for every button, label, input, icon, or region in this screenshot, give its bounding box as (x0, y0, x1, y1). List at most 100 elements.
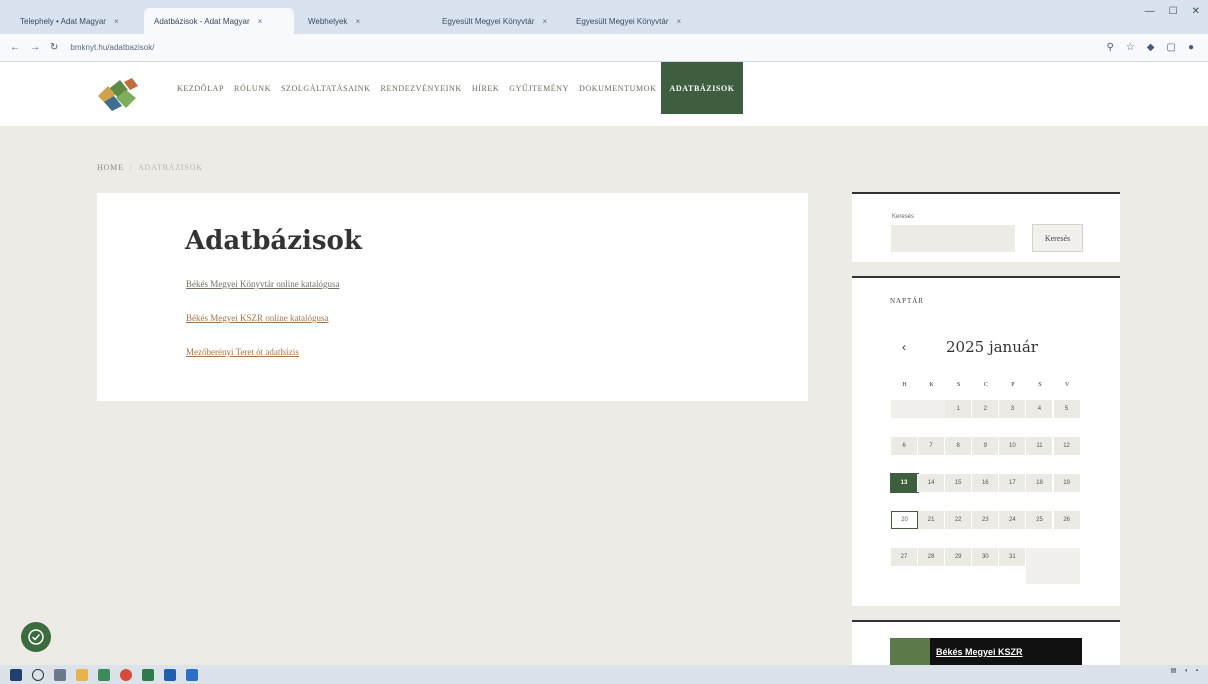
calendar-day[interactable]: 4 (1026, 400, 1054, 418)
browser-tab[interactable]: Egyesült Megyei Könyvtár × (432, 8, 562, 34)
calendar-week-row: 27 28 29 30 31 (891, 548, 1081, 585)
database-link-mezobereny[interactable]: Mezőberényi Teret ót adatbázis (186, 347, 299, 357)
calendar-day[interactable]: 19 (1053, 474, 1081, 492)
library-logo-icon[interactable] (94, 78, 140, 112)
calendar-day[interactable]: 13 (890, 473, 919, 493)
browser-tab[interactable]: Webhelyek × (298, 8, 428, 34)
calendar-day[interactable]: 21 (918, 511, 946, 529)
menu-item-3[interactable]: RENDEZVÉNYEINK (376, 62, 467, 114)
menu-item-0[interactable]: KEZDŐLAP (172, 62, 229, 114)
maximize-icon[interactable]: ☐ (1169, 6, 1178, 17)
calendar-widget-title: NAPTÁR (890, 297, 925, 305)
calendar-day[interactable]: 10 (999, 437, 1027, 455)
app-icon[interactable] (164, 668, 176, 681)
calendar-day[interactable]: 26 (1053, 511, 1081, 529)
star-icon[interactable]: ☆ (1126, 42, 1135, 53)
close-tab-icon[interactable]: × (677, 17, 682, 26)
calendar-day[interactable]: 27 (891, 548, 918, 566)
calendar-day[interactable]: 22 (945, 511, 973, 529)
calendar-day[interactable]: 8 (945, 437, 973, 455)
menu-item-7[interactable]: ADATBÁZISOK (661, 62, 743, 114)
minimize-icon[interactable]: — (1145, 6, 1155, 17)
calendar-day[interactable]: 23 (972, 511, 1000, 529)
kszr-banner[interactable]: Békés Megyei KSZR (890, 638, 1082, 666)
calendar-day[interactable]: 12 (1053, 437, 1081, 455)
search-label: Keresés (892, 214, 915, 220)
notification-icon[interactable]: ▪ (1196, 668, 1198, 674)
browser-tab[interactable]: Adatbázisok - Adat Magyar × (144, 8, 294, 34)
calendar-day[interactable]: 5 (1053, 400, 1081, 418)
search-button[interactable]: Keresés (1032, 224, 1083, 252)
back-icon[interactable]: ← (10, 42, 20, 53)
search-icon[interactable] (32, 668, 44, 681)
calendar-day[interactable]: 11 (1026, 437, 1054, 455)
menu-item-5[interactable]: GYŰJTEMÉNY (504, 62, 574, 114)
calendar-month-label: 2025 január (946, 338, 1038, 356)
zoom-icon[interactable]: ⚲ (1107, 42, 1114, 53)
close-tab-icon[interactable]: × (114, 17, 119, 26)
calendar-widget: NAPTÁR ‹ 2025 január H K S C P S V 1 2 3 4 5 6 7 8 9 10 1… (852, 276, 1120, 606)
database-link-kszr-catalog[interactable]: Békés Megyei KSZR online katalógusa (186, 313, 328, 323)
calendar-day[interactable]: 3 (999, 400, 1027, 418)
calendar-day[interactable]: 2 (972, 400, 1000, 418)
address-bar: ← → ↻ bmknyt.hu/adatbazisok/ ⚲ ☆ ◆ ▢ ● (0, 34, 1208, 62)
browser-tab[interactable]: Egyesült Megyei Könyvtár × (566, 8, 696, 34)
close-tab-icon[interactable]: × (355, 17, 360, 26)
calendar-day[interactable]: 20 (891, 511, 918, 529)
app-icon[interactable] (186, 668, 198, 681)
calendar-day[interactable]: 28 (918, 548, 946, 566)
browser-tab-bar: Telephely • Adat Magyar × Adatbázisok - Ad… (0, 0, 1208, 34)
calendar-day[interactable]: 1 (945, 400, 973, 418)
menu-item-2[interactable]: SZOLGÁLTATÁSAINK (276, 62, 376, 114)
database-link-library-catalog[interactable]: Békés Megyei Könyvtár online katalógusa (186, 279, 339, 289)
calendar-prev-icon[interactable]: ‹ (902, 340, 906, 354)
breadcrumb-current: ADATBÁZISOK (137, 163, 203, 172)
close-tab-icon[interactable]: × (258, 17, 263, 26)
calendar-day[interactable]: 17 (999, 474, 1027, 492)
app-icon[interactable] (98, 668, 110, 681)
calendar-day[interactable]: 16 (972, 474, 1000, 492)
calendar-day[interactable]: 29 (945, 548, 973, 566)
banner-image (890, 638, 930, 666)
url-field[interactable]: bmknyt.hu/adatbazisok/ (70, 43, 1106, 52)
calendar-weekday: C (983, 382, 988, 388)
calendar-day[interactable]: 9 (972, 437, 1000, 455)
profile-icon[interactable]: ● (1188, 42, 1194, 53)
network-icon[interactable]: ▤ (1171, 667, 1177, 674)
close-icon[interactable]: ✕ (1192, 6, 1200, 17)
calendar-day[interactable]: 6 (891, 437, 918, 455)
calendar-day[interactable]: 25 (1026, 511, 1054, 529)
search-input[interactable] (891, 225, 1015, 252)
start-icon[interactable] (10, 668, 22, 681)
chrome-icon[interactable] (120, 668, 132, 681)
sidebar-icon[interactable]: ▢ (1167, 42, 1176, 53)
address-bar-icons: ⚲ ☆ ◆ ▢ ● (1107, 42, 1195, 53)
menu-item-1[interactable]: RÓLUNK (229, 62, 276, 114)
calendar-day[interactable]: 15 (945, 474, 973, 492)
accessibility-button[interactable] (21, 622, 51, 652)
calendar-day[interactable]: 14 (918, 474, 946, 492)
task-view-icon[interactable] (54, 668, 66, 681)
calendar-day[interactable]: 18 (1026, 474, 1054, 492)
browser-tab-label: Telephely • Adat Magyar (20, 16, 106, 26)
calendar-day[interactable]: 31 (999, 548, 1027, 566)
browser-tab-label: Adatbázisok - Adat Magyar (154, 16, 250, 26)
menu-item-4[interactable]: HÍREK (467, 62, 504, 114)
breadcrumb-home[interactable]: HOME (97, 163, 124, 172)
app-icon[interactable] (142, 668, 154, 681)
menu-item-6[interactable]: DOKUMENTUMOK (574, 62, 661, 114)
calendar-day[interactable]: 7 (918, 437, 946, 455)
calendar-day[interactable]: 30 (972, 548, 1000, 566)
browser-tab-label: Egyesült Megyei Könyvtár (576, 16, 669, 26)
browser-tab[interactable]: Telephely • Adat Magyar × (10, 8, 140, 34)
nav-buttons: ← → ↻ (10, 42, 58, 53)
volume-icon[interactable]: ◖ (1184, 668, 1188, 674)
file-explorer-icon[interactable] (76, 668, 88, 681)
extension-icon[interactable]: ◆ (1147, 42, 1155, 53)
close-tab-icon[interactable]: × (543, 17, 548, 26)
calendar-empty-cell (891, 400, 918, 418)
forward-icon[interactable]: → (30, 42, 40, 53)
accessibility-icon (28, 629, 44, 645)
calendar-day[interactable]: 24 (999, 511, 1027, 529)
reload-icon[interactable]: ↻ (50, 42, 58, 53)
